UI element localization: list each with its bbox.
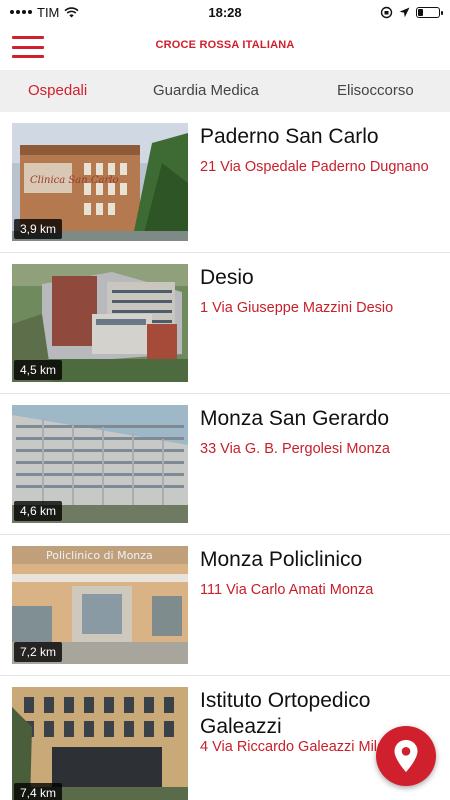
- hospital-address[interactable]: 33 Via G. B. Pergolesi Monza: [200, 441, 445, 457]
- battery-level: [418, 8, 423, 16]
- wifi-icon: [64, 6, 79, 17]
- hospital-address[interactable]: 1 Via Giuseppe Mazzini Desio: [200, 300, 445, 316]
- list-item[interactable]: 4,5 km Desio 1 Via Giuseppe Mazzini Desi…: [0, 253, 450, 394]
- hospital-photo: Policlinico di Monza 7,2 km: [12, 546, 188, 664]
- battery-icon: [416, 6, 443, 18]
- hospital-name: Monza Policlinico: [200, 548, 363, 571]
- distance-badge: 3,9 km: [14, 219, 63, 239]
- carrier-label: TIM: [37, 4, 60, 20]
- list-item[interactable]: Clinica San Carlo 3,9 km Paderno San Car…: [0, 112, 450, 253]
- distance-badge: 4,6 km: [14, 501, 63, 521]
- hospital-photo-sign: Clinica San Carlo: [30, 175, 118, 186]
- tab-elisoccorso[interactable]: Elisoccorso: [337, 82, 414, 99]
- hospital-name: Monza San Gerardo: [200, 407, 390, 430]
- distance-badge: 7,4 km: [14, 783, 63, 800]
- hospital-photo: Clinica San Carlo 3,9 km: [12, 123, 188, 241]
- hospital-address[interactable]: 111 Via Carlo Amati Monza: [200, 582, 445, 598]
- distance-badge: 7,2 km: [14, 642, 63, 662]
- distance-badge: 4,5 km: [14, 360, 63, 380]
- hospital-name: Paderno San Carlo: [200, 125, 379, 148]
- hospital-photo-sign: Policlinico di Monza: [46, 549, 153, 562]
- hamburger-menu-icon[interactable]: [12, 36, 44, 58]
- hospital-address[interactable]: 21 Via Ospedale Paderno Dugnano: [200, 159, 445, 175]
- map-pin-icon: [394, 740, 418, 772]
- status-bar: TIM 18:28: [0, 0, 450, 24]
- location-arrow-icon: [399, 7, 410, 17]
- hospital-photo: 7,4 km: [12, 687, 188, 800]
- status-left: TIM: [10, 5, 160, 20]
- orientation-lock-icon: [380, 6, 393, 18]
- tab-bar: Ospedali Guardia Medica Elisoccorso: [0, 70, 450, 112]
- app-title: CROCE ROSSA ITALIANA: [155, 39, 295, 51]
- status-time: 18:28: [208, 4, 242, 20]
- hospital-photo: 4,5 km: [12, 264, 188, 382]
- list-item[interactable]: Policlinico di Monza 7,2 km Monza Policl…: [0, 535, 450, 676]
- hospital-list: Clinica San Carlo 3,9 km Paderno San Car…: [0, 112, 450, 800]
- app-header: CROCE ROSSA ITALIANA: [0, 24, 450, 70]
- tab-ospedali[interactable]: Ospedali: [28, 82, 87, 99]
- signal-icon: [10, 10, 32, 14]
- status-right: [290, 6, 443, 19]
- hospital-name: Desio: [200, 266, 254, 289]
- map-fab-button[interactable]: [376, 726, 436, 786]
- hospital-photo: 4,6 km: [12, 405, 188, 523]
- tab-guardia-medica[interactable]: Guardia Medica: [153, 82, 259, 99]
- list-item[interactable]: 4,6 km Monza San Gerardo 33 Via G. B. Pe…: [0, 394, 450, 535]
